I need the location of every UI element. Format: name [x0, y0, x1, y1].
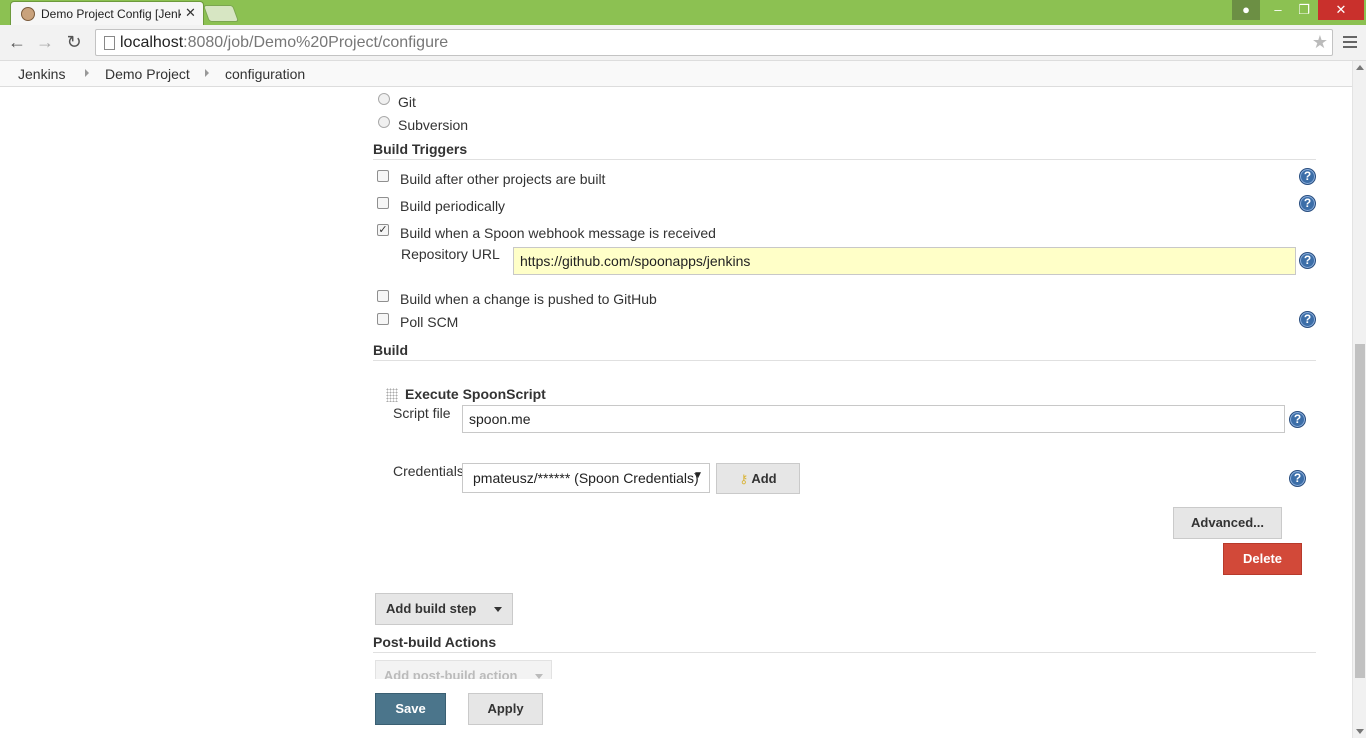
- script-file-label: Script file: [393, 405, 451, 421]
- credentials-selected-value: pmateusz/****** (Spoon Credentials): [473, 470, 699, 486]
- trigger-after-other-projects-checkbox[interactable]: [377, 170, 389, 182]
- browser-toolbar: ← → ↻ localhost:8080/job/Demo%20Project/…: [0, 25, 1366, 61]
- browser-titlebar: Demo Project Config [Jenkins] ✕ ● – ❐ ✕: [0, 0, 1366, 25]
- credentials-select[interactable]: pmateusz/****** (Spoon Credentials) ▼: [462, 463, 710, 493]
- breadcrumb-jenkins[interactable]: Jenkins: [18, 66, 65, 82]
- tab-close-icon[interactable]: ✕: [185, 5, 196, 21]
- address-bar[interactable]: localhost:8080/job/Demo%20Project/config…: [95, 29, 1333, 56]
- trigger-periodically-checkbox[interactable]: [377, 197, 389, 209]
- maximize-icon[interactable]: ❐: [1290, 0, 1318, 20]
- scroll-down-icon[interactable]: [1356, 729, 1364, 734]
- browser-menu-icon[interactable]: [1343, 33, 1357, 51]
- section-divider: [373, 360, 1316, 361]
- breadcrumb: Jenkins Demo Project configuration: [0, 61, 1352, 87]
- breadcrumb-demo-project[interactable]: Demo Project: [105, 66, 190, 82]
- trigger-spoon-webhook-checkbox[interactable]: ✓: [377, 224, 389, 236]
- bottom-button-bar: Save Apply: [0, 679, 1352, 738]
- add-credentials-button[interactable]: ⚷ Add: [716, 463, 800, 494]
- save-button[interactable]: Save: [375, 693, 446, 725]
- post-build-heading: Post-build Actions: [373, 634, 497, 650]
- help-icon[interactable]: ?: [1299, 252, 1316, 269]
- user-icon[interactable]: ●: [1232, 0, 1260, 20]
- trigger-github-push-label: Build when a change is pushed to GitHub: [400, 291, 657, 307]
- trigger-after-other-projects-label: Build after other projects are built: [400, 171, 606, 187]
- repository-url-label: Repository URL: [401, 246, 500, 262]
- scm-git-label: Git: [398, 94, 416, 110]
- script-file-input[interactable]: spoon.me: [462, 405, 1285, 433]
- scrollbar-thumb[interactable]: [1355, 344, 1365, 678]
- build-heading: Build: [373, 342, 408, 358]
- vertical-scrollbar[interactable]: [1352, 61, 1366, 738]
- trigger-spoon-webhook-label: Build when a Spoon webhook message is re…: [400, 225, 716, 241]
- breadcrumb-configuration[interactable]: configuration: [225, 66, 305, 82]
- scm-subversion-label: Subversion: [398, 117, 469, 133]
- build-triggers-heading: Build Triggers: [373, 141, 468, 157]
- repository-url-input[interactable]: https://github.com/spoonapps/jenkins: [513, 247, 1296, 275]
- page-icon: [104, 36, 115, 50]
- help-icon[interactable]: ?: [1299, 311, 1316, 328]
- back-arrow-icon[interactable]: ←: [6, 31, 28, 53]
- section-divider: [373, 159, 1316, 160]
- jenkins-favicon-icon: [21, 7, 35, 21]
- trigger-poll-scm-label: Poll SCM: [400, 314, 459, 330]
- breadcrumb-separator-icon: [85, 69, 89, 77]
- scm-subversion-radio[interactable]: [378, 116, 390, 128]
- url-text: localhost:8080/job/Demo%20Project/config…: [120, 34, 449, 51]
- close-window-icon[interactable]: ✕: [1318, 0, 1364, 20]
- new-tab-button[interactable]: [202, 5, 240, 22]
- tab-title: Demo Project Config [Jenkins]: [41, 7, 181, 21]
- section-divider: [373, 652, 1316, 653]
- credentials-label: Credentials: [393, 463, 464, 479]
- scm-git-radio[interactable]: [378, 93, 390, 105]
- help-icon[interactable]: ?: [1299, 168, 1316, 185]
- help-icon[interactable]: ?: [1299, 195, 1316, 212]
- reload-icon[interactable]: ↻: [63, 31, 85, 53]
- trigger-periodically-label: Build periodically: [400, 198, 506, 214]
- apply-button[interactable]: Apply: [468, 693, 543, 725]
- browser-tab[interactable]: Demo Project Config [Jenkins] ✕: [10, 1, 204, 25]
- help-icon[interactable]: ?: [1289, 470, 1306, 487]
- breadcrumb-separator-icon: [205, 69, 209, 77]
- add-build-step-button[interactable]: Add build step: [375, 593, 513, 625]
- trigger-poll-scm-checkbox[interactable]: [377, 313, 389, 325]
- scroll-up-icon[interactable]: [1356, 65, 1364, 70]
- delete-button[interactable]: Delete: [1223, 543, 1302, 575]
- help-icon[interactable]: ?: [1289, 411, 1306, 428]
- drag-handle-icon[interactable]: [386, 388, 398, 402]
- advanced-button[interactable]: Advanced...: [1173, 507, 1282, 539]
- trigger-github-push-checkbox[interactable]: [377, 290, 389, 302]
- key-icon: ⚷: [739, 472, 749, 486]
- bookmark-star-icon[interactable]: ★: [1312, 32, 1328, 53]
- forward-arrow-icon[interactable]: →: [34, 31, 56, 53]
- build-step-title: Execute SpoonScript: [405, 386, 546, 402]
- dropdown-arrow-icon: ▼: [693, 470, 703, 481]
- caret-down-icon: [493, 607, 502, 613]
- minimize-icon[interactable]: –: [1264, 0, 1292, 20]
